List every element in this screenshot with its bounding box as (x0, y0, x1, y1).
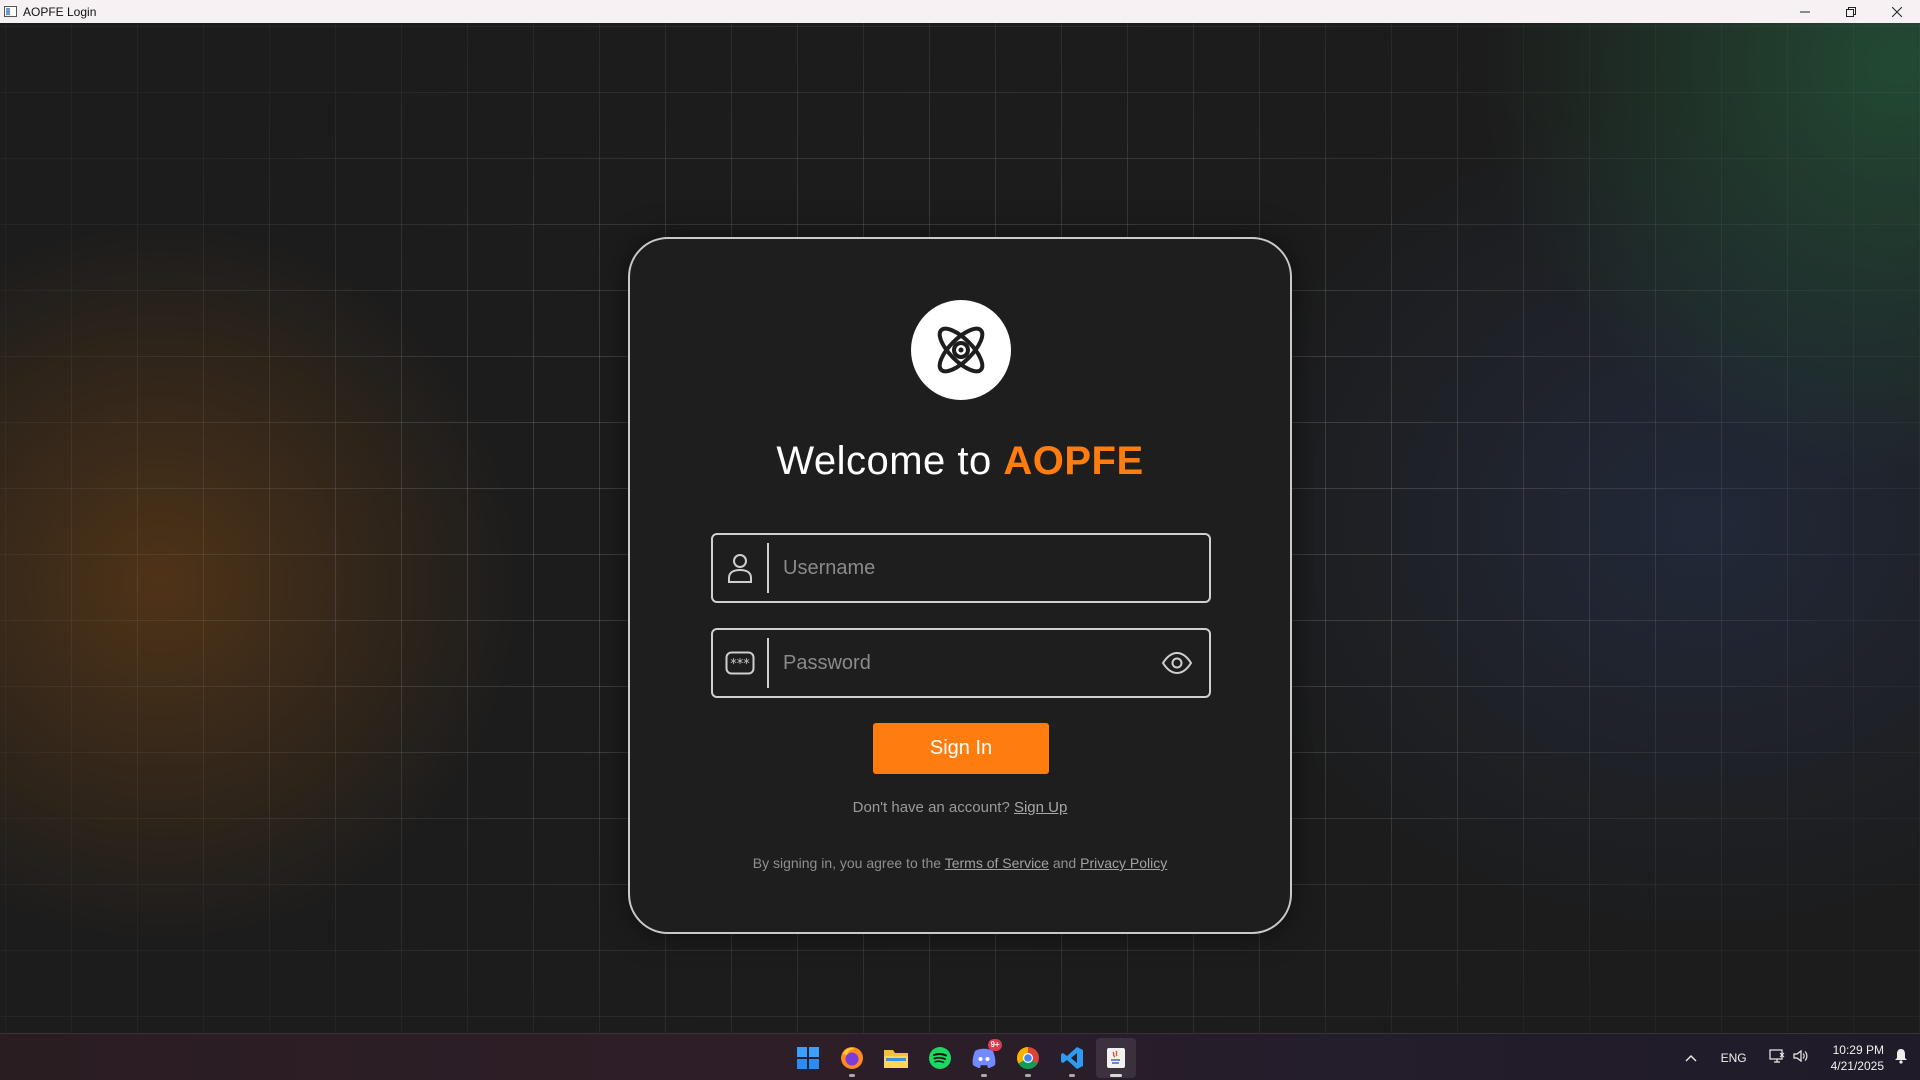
minimize-icon (1800, 11, 1810, 12)
username-field[interactable] (711, 533, 1211, 603)
privacy-policy-link[interactable]: Privacy Policy (1080, 855, 1167, 871)
signup-prompt-text: Don't have an account? (852, 799, 1014, 816)
window-titlebar: AOPFE Login (0, 0, 1920, 23)
running-indicator (849, 1074, 855, 1077)
window-title: AOPFE Login (23, 4, 97, 19)
sign-up-link[interactable]: Sign Up (1014, 799, 1067, 816)
terms-of-service-link[interactable]: Terms of Service (945, 855, 1049, 871)
field-divider (767, 543, 769, 593)
notification-badge: 9+ (988, 1039, 1002, 1051)
vscode-icon[interactable] (1052, 1038, 1092, 1078)
file-explorer-icon[interactable] (876, 1038, 916, 1078)
welcome-heading: Welcome to AOPFE (630, 439, 1290, 484)
taskbar-apps: 9+ (788, 1038, 1136, 1078)
discord-icon[interactable]: 9+ (964, 1038, 1004, 1078)
brand-name: AOPFE (1003, 439, 1144, 483)
chrome-icon[interactable] (1008, 1038, 1048, 1078)
password-field[interactable]: *** (711, 628, 1211, 698)
volume-icon[interactable] (1793, 1049, 1809, 1066)
legal-text: By signing in, you agree to the (752, 855, 945, 871)
restore-icon (1846, 6, 1856, 17)
taskbar: 9+ ENG 10:29 PM 4/21/2025 (0, 1033, 1920, 1080)
chevron-up-icon[interactable] (1685, 1051, 1697, 1065)
field-divider (767, 638, 769, 688)
minimize-button[interactable] (1782, 0, 1828, 23)
spotify-icon[interactable] (920, 1038, 960, 1078)
running-indicator (981, 1074, 987, 1077)
running-indicator (1025, 1074, 1031, 1077)
atom-logo (911, 300, 1011, 400)
sign-in-button[interactable]: Sign In (873, 723, 1049, 774)
legal-and-text: and (1048, 855, 1081, 871)
password-dots-icon: *** (725, 648, 755, 678)
firefox-icon[interactable] (832, 1038, 872, 1078)
login-card: Welcome to AOPFE *** (628, 237, 1292, 934)
language-indicator[interactable]: ENG (1721, 1051, 1747, 1065)
welcome-text: Welcome to (776, 439, 1004, 483)
windows-start-icon[interactable] (788, 1038, 828, 1078)
close-button[interactable] (1874, 0, 1920, 23)
window-controls (1782, 0, 1920, 23)
clock-time: 10:29 PM (1832, 1042, 1884, 1057)
atom-icon (937, 326, 985, 374)
eye-icon[interactable] (1161, 649, 1193, 677)
java-app-icon[interactable] (1096, 1038, 1136, 1078)
login-background: Welcome to AOPFE *** (0, 23, 1920, 1033)
user-icon (725, 553, 755, 583)
clock-date: 4/21/2025 (1830, 1058, 1884, 1073)
username-input[interactable] (783, 543, 1143, 593)
network-icon[interactable] (1769, 1049, 1785, 1066)
svg-text:***: *** (730, 657, 750, 672)
signup-prompt: Don't have an account? Sign Up (630, 799, 1290, 816)
legal-notice: By signing in, you agree to the Terms of… (630, 855, 1290, 871)
close-icon (1892, 6, 1902, 17)
notification-bell-icon[interactable] (1894, 1048, 1908, 1067)
restore-button[interactable] (1828, 0, 1874, 23)
system-tray: ENG 10:29 PM 4/21/2025 (1671, 1034, 1920, 1080)
clock[interactable]: 10:29 PM 4/21/2025 (1831, 1042, 1884, 1074)
running-indicator (1110, 1074, 1122, 1077)
password-input[interactable] (783, 638, 1143, 688)
running-indicator (1069, 1074, 1075, 1077)
app-window-icon (4, 6, 17, 17)
